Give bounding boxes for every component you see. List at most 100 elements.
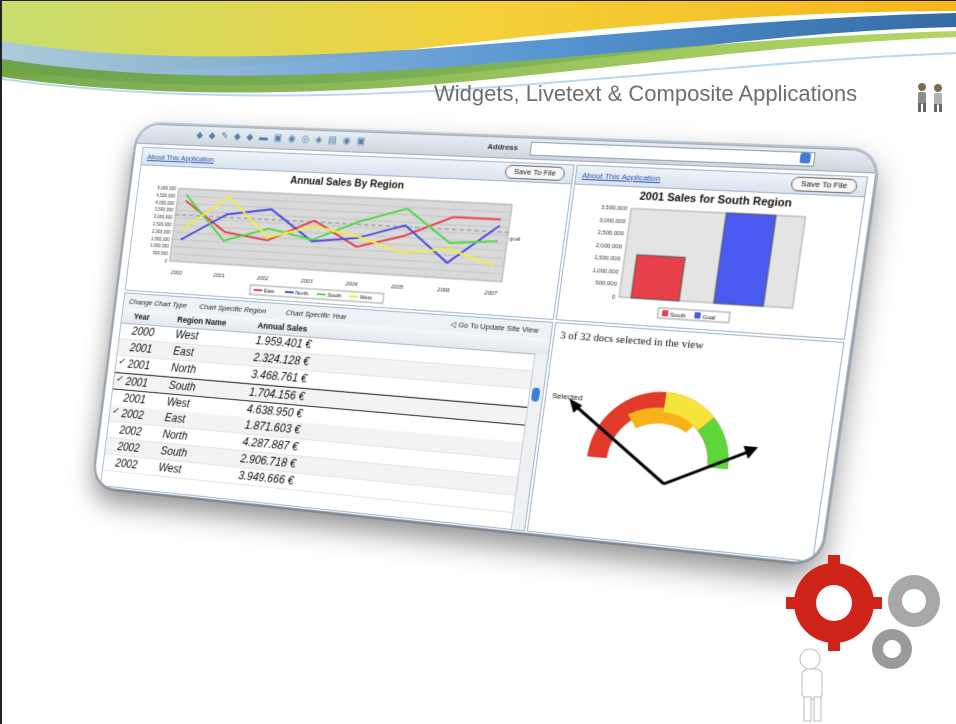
cell-sales: 2.324.128 € xyxy=(252,350,311,369)
chart-specific-year-button[interactable]: Chart Specific Year xyxy=(285,308,347,321)
cell-year: 2001 xyxy=(127,357,151,373)
app-window: ◆ ◆ ✎ ◆ ◆ ▬ ▣ ◉ ◎ ◈ ▤ ◉ ▣ Address About … xyxy=(92,123,880,566)
about-link[interactable]: About This Application xyxy=(582,171,662,183)
legend-swatch xyxy=(349,296,358,297)
x-tick-label: 2006 xyxy=(436,287,451,294)
legend-label: Goal xyxy=(702,315,716,322)
y-tick-label: 2,000,000 xyxy=(152,229,172,236)
legend-label: South xyxy=(669,312,686,319)
save-to-file-button[interactable]: Save To File xyxy=(790,176,859,194)
y-tick-label: 1,000,000 xyxy=(592,268,619,276)
goal-label: goal xyxy=(509,236,521,243)
y-tick-label: 500,000 xyxy=(595,281,617,289)
red-gear-icon xyxy=(786,555,882,651)
y-tick-label: 500,000 xyxy=(152,251,168,258)
y-tick-label: 0 xyxy=(164,259,167,265)
x-tick-label: 2001 xyxy=(212,273,225,280)
x-tick-label: 2002 xyxy=(255,276,269,283)
legend-label: North xyxy=(295,291,309,298)
cell-sales: 3.468.761 € xyxy=(250,367,308,386)
swoosh-banner xyxy=(2,1,956,97)
cell-region: East xyxy=(164,410,186,426)
column-region[interactable]: Region Name xyxy=(177,315,227,328)
cell-sales: 4.287.887 € xyxy=(241,435,299,454)
cell-region: North xyxy=(170,360,197,377)
legend-swatch xyxy=(254,290,263,291)
y-tick-label: 1,500,000 xyxy=(151,236,171,243)
column-year[interactable]: Year xyxy=(133,312,150,322)
cell-year: 2000 xyxy=(131,324,156,339)
row-check-icon: ✓ xyxy=(117,356,126,368)
cell-region: West xyxy=(166,395,191,411)
cell-sales: 1.959.401 € xyxy=(254,333,313,352)
y-tick-label: 3,500,000 xyxy=(600,205,627,213)
toolbar-icons[interactable]: ◆ ◆ ✎ ◆ ◆ ▬ ▣ ◉ ◎ ◈ ▤ ◉ ▣ xyxy=(196,130,368,147)
grey-gear-icon xyxy=(872,575,940,669)
legend-label: South xyxy=(327,293,342,300)
slide: Widgets, Livetext & Composite Applicatio… xyxy=(0,0,956,724)
cell-year: 2002 xyxy=(120,406,145,422)
x-tick-label: 2007 xyxy=(483,290,498,297)
legend-swatch xyxy=(661,310,669,317)
cell-year: 2001 xyxy=(122,391,147,407)
cell-year: 2001 xyxy=(129,340,153,356)
y-tick-label: 2,000,000 xyxy=(595,243,622,251)
cell-year: 2002 xyxy=(116,439,141,455)
x-tick-label: 2003 xyxy=(299,278,313,285)
legend-box xyxy=(657,308,730,323)
cell-year: 2002 xyxy=(118,423,143,439)
y-tick-label: 5,000,000 xyxy=(157,185,177,192)
column-sales[interactable]: Annual Sales xyxy=(257,321,308,334)
cell-region: South xyxy=(168,378,197,394)
slide-title: Widgets, Livetext & Composite Applicatio… xyxy=(434,81,858,106)
cell-region: West xyxy=(174,327,200,343)
go-icon[interactable] xyxy=(799,152,812,164)
cell-region: North xyxy=(161,427,189,443)
change-chart-type-button[interactable]: Change Chart Type xyxy=(129,297,188,309)
about-link[interactable]: About This Application xyxy=(147,153,215,164)
y-tick-label: 2,500,000 xyxy=(597,230,624,238)
x-tick-label: 2005 xyxy=(390,284,405,291)
gauge-arc xyxy=(587,386,738,470)
row-check-icon: ✓ xyxy=(111,406,120,417)
sales-grid: Change Chart Type Chart Specific Region … xyxy=(100,292,554,532)
gears-person-icon xyxy=(786,555,940,722)
bar-south xyxy=(631,255,685,301)
cell-year: 2001 xyxy=(124,374,149,390)
docs-selected-text: 3 of 32 docs selected in the view xyxy=(559,329,705,352)
app-screenshot: ◆ ◆ ✎ ◆ ◆ ▬ ▣ ◉ ◎ ◈ ▤ ◉ ▣ Address About … xyxy=(92,123,921,572)
cell-year: 2002 xyxy=(114,456,139,472)
selection-gauge xyxy=(553,386,759,513)
y-tick-label: 4,000,000 xyxy=(155,200,175,207)
annual-sales-panel: About This Application Save To File Annu… xyxy=(124,146,575,320)
legend-swatch xyxy=(694,312,702,319)
cell-region: East xyxy=(172,344,195,359)
cell-sales: 1.871.603 € xyxy=(244,418,302,437)
people-icon xyxy=(918,83,942,112)
figure-icon xyxy=(799,648,823,722)
y-tick-label: 3,000,000 xyxy=(153,214,173,221)
row-check-icon: ✓ xyxy=(115,374,124,385)
south-region-bar-chart: 3,500,000 3,000,000 2,500,000 2,000,000 1,50… xyxy=(592,205,862,339)
y-tick-label: 2,500,000 xyxy=(152,221,172,228)
y-tick-label: 4,500,000 xyxy=(156,193,176,200)
x-tick-label: 2004 xyxy=(344,281,358,288)
y-tick-label: 1,500,000 xyxy=(594,255,621,263)
y-tick-label: 3,000,000 xyxy=(599,217,626,225)
legend-label: West xyxy=(359,295,372,302)
legend-swatch xyxy=(317,294,326,295)
address-input[interactable] xyxy=(529,141,816,167)
scroll-thumb[interactable] xyxy=(530,387,541,402)
y-tick-label: 1,000,000 xyxy=(150,243,170,250)
south-region-panel: About This Application Save To File 2001… xyxy=(555,164,869,340)
y-tick-label: 0 xyxy=(611,294,615,301)
legend-label: East xyxy=(263,288,275,295)
legend-swatch xyxy=(285,292,294,293)
cell-region: West xyxy=(157,460,183,476)
y-tick-label: 3,500,000 xyxy=(154,207,174,214)
save-to-file-button[interactable]: Save To File xyxy=(504,164,566,182)
x-tick-label: 2000 xyxy=(170,270,184,277)
cell-sales: 3.949.666 € xyxy=(237,468,295,488)
gauge-panel: 3 of 32 docs selected in the view Select… xyxy=(526,322,845,563)
address-label: Address xyxy=(486,142,519,153)
